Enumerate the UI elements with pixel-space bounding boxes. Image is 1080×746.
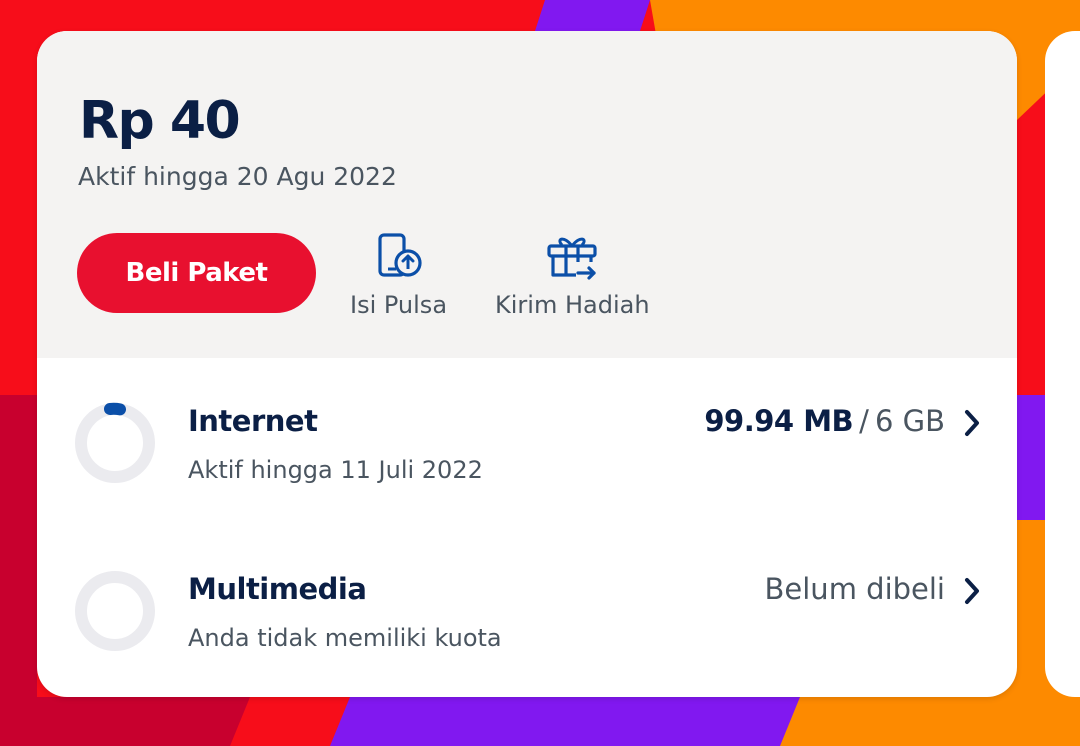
buy-package-button[interactable]: Beli Paket <box>77 233 316 313</box>
quota-row-internet[interactable]: Internet Aktif hingga 11 Juli 2022 99.94… <box>37 381 1017 501</box>
internet-progress-arc <box>104 402 126 416</box>
multimedia-title: Multimedia <box>188 572 367 606</box>
multimedia-progress-ring <box>75 571 155 651</box>
chevron-right-icon <box>965 410 979 436</box>
send-gift-button[interactable]: Kirim Hadiah <box>495 229 650 321</box>
multimedia-subtitle: Anda tidak memiliki kuota <box>188 624 502 652</box>
internet-usage: 99.94 MB/6 GB <box>704 401 945 441</box>
internet-progress-ring <box>75 402 155 483</box>
usage-separator: / <box>859 404 869 438</box>
internet-used: 99.94 MB <box>704 404 854 438</box>
internet-active-until: Aktif hingga 11 Juli 2022 <box>188 456 483 484</box>
balance-section: Rp 40 Aktif hingga 20 Agu 2022 Beli Pake… <box>37 31 1017 358</box>
send-gift-label: Kirim Hadiah <box>495 291 650 319</box>
phone-topup-icon <box>377 233 422 277</box>
gift-send-icon <box>547 237 597 280</box>
multimedia-status: Belum dibeli <box>764 572 945 606</box>
balance-card: Rp 40 Aktif hingga 20 Agu 2022 Beli Pake… <box>37 31 1017 697</box>
quota-row-multimedia[interactable]: Multimedia Anda tidak memiliki kuota Bel… <box>37 549 1017 669</box>
internet-title: Internet <box>188 404 318 438</box>
balance-active-until: Aktif hingga 20 Agu 2022 <box>78 162 397 191</box>
next-card-peek[interactable] <box>1045 31 1080 697</box>
internet-total: 6 GB <box>874 404 945 438</box>
top-up-label: Isi Pulsa <box>350 291 448 319</box>
top-up-button[interactable]: Isi Pulsa <box>350 229 447 321</box>
chevron-right-icon <box>965 578 979 604</box>
balance-amount: Rp 40 <box>79 91 241 151</box>
